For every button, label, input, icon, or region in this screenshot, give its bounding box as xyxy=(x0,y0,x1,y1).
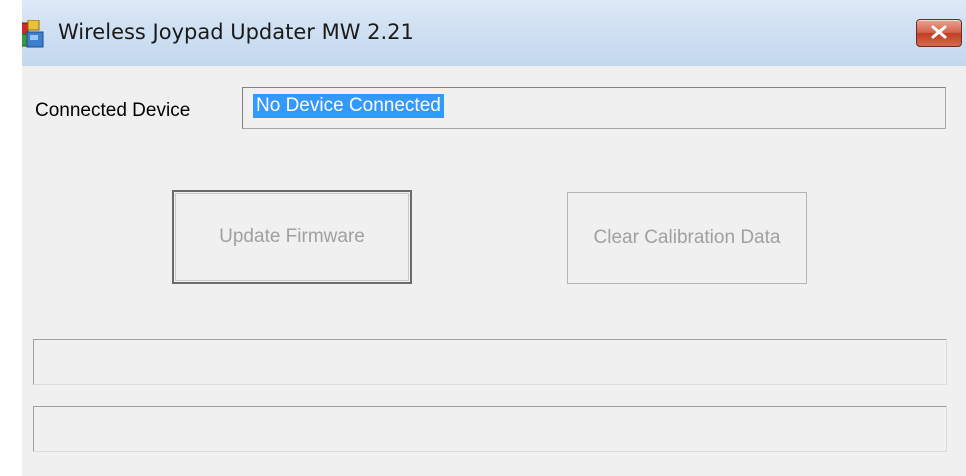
clear-calibration-data-button[interactable]: Clear Calibration Data xyxy=(567,192,807,284)
title-bar[interactable]: Wireless Joypad Updater MW 2.21 xyxy=(0,0,966,67)
status-box-1 xyxy=(33,339,947,385)
connected-device-label: Connected Device xyxy=(35,100,191,121)
close-icon xyxy=(931,25,947,39)
status-box-2 xyxy=(33,406,947,452)
connected-device-field[interactable]: No Device Connected xyxy=(242,87,946,129)
app-window: Wireless Joypad Updater MW 2.21 Connecte… xyxy=(0,0,966,476)
window-title: Wireless Joypad Updater MW 2.21 xyxy=(58,20,414,44)
update-firmware-button[interactable]: Update Firmware xyxy=(172,190,412,284)
window-left-edge xyxy=(0,0,22,476)
close-button[interactable] xyxy=(916,19,962,47)
connected-device-value: No Device Connected xyxy=(253,94,444,118)
